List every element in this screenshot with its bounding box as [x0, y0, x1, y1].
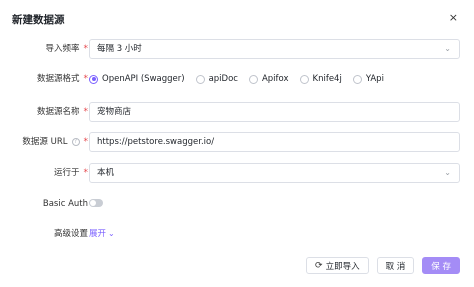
basic-auth-toggle[interactable] [89, 199, 103, 207]
radio-knife4j[interactable]: Knife4j [299, 74, 342, 84]
run-on-label: 运行于 * [54, 163, 88, 183]
close-icon[interactable]: × [449, 12, 458, 24]
required-mark: * [83, 74, 89, 84]
url-row: 数据源 URL? * https://petstore.swagger.io/ [0, 132, 474, 152]
basic-auth-label: Basic Auth [42, 199, 88, 209]
name-label: 数据源名称 * [37, 102, 88, 122]
chevron-down-icon: ⌄ [444, 44, 451, 53]
name-row: 数据源名称 * 宠物商店 [0, 102, 474, 122]
required-mark: * [83, 107, 89, 117]
advanced-expand-link[interactable]: 展开 ⌄ [89, 224, 115, 244]
radio-yapi[interactable]: YApi [352, 74, 384, 84]
name-input[interactable]: 宠物商店 [89, 102, 460, 122]
advanced-row: 高级设置 展开 ⌄ [0, 224, 474, 244]
radio-openapi[interactable]: OpenAPI (Swagger) [89, 74, 185, 84]
chevron-down-icon: ⌄ [108, 229, 115, 238]
format-label: 数据源格式 * [37, 69, 88, 89]
radio-apifox[interactable]: Apifox [248, 74, 289, 84]
help-icon[interactable]: ? [71, 138, 80, 146]
required-mark: * [83, 137, 89, 147]
import-frequency-select[interactable]: 每隔 3 小时 ⌄ [89, 39, 460, 59]
advanced-label: 高级设置 [53, 229, 88, 239]
import-frequency-row: 导入频率 * 每隔 3 小时 ⌄ [0, 39, 474, 59]
radio-unchecked-icon [248, 74, 258, 84]
chevron-down-icon: ⌄ [444, 168, 451, 177]
import-frequency-label: 导入频率 * [45, 39, 88, 59]
run-on-select[interactable]: 本机 ⌄ [89, 163, 460, 183]
radio-unchecked-icon [299, 74, 309, 84]
radio-unchecked-icon [352, 74, 362, 84]
save-button[interactable]: 保 存 [422, 257, 460, 274]
dialog-title: 新建数据源 [12, 14, 65, 26]
radio-checked-icon [89, 74, 98, 84]
new-datasource-dialog: 新建数据源 × 导入频率 * 每隔 3 小时 ⌄ 数据源格式 * OpenAPI (… [0, 0, 474, 287]
url-input[interactable]: https://petstore.swagger.io/ [89, 132, 460, 152]
format-row: 数据源格式 * OpenAPI (Swagger) apiDoc Apifox K… [0, 69, 474, 89]
dialog-footer: ⟳ 立即导入 取 消 保 存 [306, 257, 460, 274]
basic-auth-row: Basic Auth [0, 194, 474, 214]
radio-unchecked-icon [195, 74, 205, 84]
url-label: 数据源 URL? * [22, 132, 88, 152]
required-mark: * [83, 44, 89, 54]
refresh-icon: ⟳ [315, 260, 323, 271]
import-now-button[interactable]: ⟳ 立即导入 [306, 257, 369, 274]
required-mark: * [83, 168, 89, 178]
cancel-button[interactable]: 取 消 [376, 257, 415, 274]
run-on-row: 运行于 * 本机 ⌄ [0, 163, 474, 183]
format-radio-group: OpenAPI (Swagger) apiDoc Apifox Knife4j … [89, 69, 395, 89]
radio-apidoc[interactable]: apiDoc [195, 74, 238, 84]
